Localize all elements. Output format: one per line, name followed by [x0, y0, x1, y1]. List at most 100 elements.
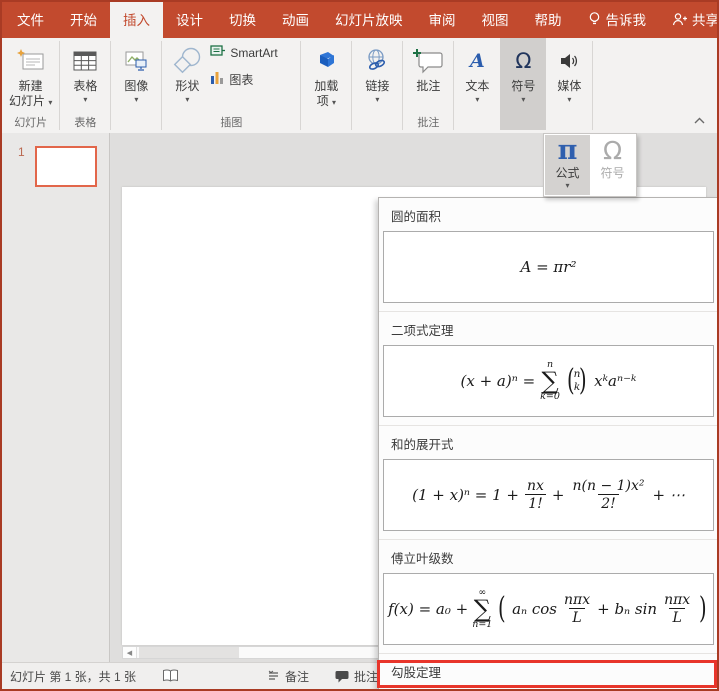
- media-button[interactable]: 媒体 ▾: [546, 38, 592, 130]
- notes-label: 备注: [285, 669, 310, 684]
- book-icon: [162, 669, 179, 683]
- tab-insert[interactable]: 插入: [110, 0, 163, 38]
- link-icon: [363, 43, 391, 79]
- omega-symbol-icon: Ω: [602, 136, 623, 165]
- equation-binomial-theorem[interactable]: (x + a)ⁿ = n ∑ k=0 ( n k ) xᵏaⁿ⁻ᵏ: [383, 345, 714, 417]
- links-button[interactable]: 链接 ▾: [354, 41, 400, 115]
- slide-number: 1: [18, 145, 25, 159]
- group-label-comments: 批注: [417, 117, 440, 129]
- tab-slideshow[interactable]: 幻灯片放映: [322, 0, 416, 38]
- smartart-button[interactable]: SmartArt: [210, 43, 278, 63]
- equation-menu-item[interactable]: π 公式 ▾: [545, 135, 590, 195]
- images-button[interactable]: 图像 ▾: [113, 41, 159, 115]
- group-label-illustrations: 插图: [220, 117, 243, 129]
- ribbon-tab-bar: 文件 开始 插入 设计 切换 动画 幻灯片放映 审阅 视图 帮助 告诉我 共享: [0, 0, 719, 38]
- chart-button[interactable]: 图表: [210, 69, 277, 89]
- spellcheck-button[interactable]: [162, 669, 179, 683]
- pi-equation-icon: π: [557, 135, 578, 166]
- fraction: n(n − 1)x² 2!: [572, 477, 645, 512]
- symbol-menu-item[interactable]: Ω 符号: [590, 135, 635, 195]
- omega-icon: Ω: [515, 49, 532, 73]
- new-slide-button[interactable]: 新建 幻灯片 ▾: [4, 41, 57, 115]
- comment-icon: [411, 43, 445, 79]
- collapse-ribbon-icon[interactable]: [694, 113, 705, 127]
- person-add-icon: [672, 12, 687, 27]
- lightbulb-icon: [588, 11, 601, 27]
- new-slide-icon: [15, 43, 47, 79]
- share-label: 共享: [692, 13, 719, 28]
- tab-review[interactable]: 审阅: [416, 0, 469, 38]
- powerpoint-window: 文件 开始 插入 设计 切换 动画 幻灯片放映 审阅 视图 帮助 告诉我 共享: [0, 0, 719, 691]
- speaker-icon: [557, 43, 581, 79]
- notes-button[interactable]: 备注: [267, 668, 309, 685]
- gallery-section-title: 傅立叶级数: [379, 539, 719, 573]
- ribbon-divider: [592, 41, 594, 130]
- text-button[interactable]: A 文本 ▾: [454, 38, 500, 130]
- group-label-slides: 幻灯片: [14, 117, 48, 129]
- tab-design[interactable]: 设计: [163, 0, 216, 38]
- summation: ∞ ∑ n=1: [472, 587, 493, 630]
- dropdown-arrow-icon: ▾: [521, 95, 526, 104]
- shapes-icon: [170, 43, 204, 79]
- fraction: nπx L: [563, 591, 591, 626]
- tab-view[interactable]: 视图: [469, 0, 522, 38]
- dropdown-arrow-icon: ▾: [48, 98, 53, 107]
- new-comment-button[interactable]: 批注: [405, 41, 451, 115]
- slide-counter: 幻灯片 第 1 张，共 1 张: [10, 669, 137, 684]
- comments-label: 批注: [354, 669, 379, 684]
- dropdown-arrow-icon: ▾: [375, 95, 380, 104]
- tab-home[interactable]: 开始: [57, 0, 110, 38]
- ribbon-group-illustrations: 形状 ▾ SmartArt 图表 插图: [162, 38, 300, 133]
- gallery-section-title: 圆的面积: [391, 210, 442, 224]
- notes-icon: [267, 670, 280, 683]
- fraction: nπx L: [664, 591, 691, 626]
- symbol-label: 符号: [600, 166, 625, 180]
- symbols-dropdown-menu: π 公式 ▾ Ω 符号: [543, 133, 637, 197]
- tab-help[interactable]: 帮助: [522, 0, 575, 38]
- table-button[interactable]: 表格 ▾: [62, 41, 108, 115]
- insert-new-equation-item[interactable]: π 插入新公式(I): [379, 687, 719, 691]
- dropdown-arrow-icon: ▾: [332, 98, 337, 107]
- group-label-tables: 表格: [74, 117, 97, 129]
- tell-me-box[interactable]: 告诉我: [575, 0, 660, 38]
- symbols-button[interactable]: Ω 符号 ▾: [500, 38, 547, 130]
- ribbon-group-tables: 表格 ▾ 表格: [60, 38, 110, 133]
- tab-file[interactable]: 文件: [4, 0, 57, 38]
- equation-area-of-circle[interactable]: A = πr²: [383, 231, 714, 303]
- binomial-coefficient: ( n k ): [566, 363, 588, 398]
- equation-gallery: 圆的面积 A = πr² 二项式定理 (x + a)ⁿ = n ∑ k=0 ( …: [378, 197, 719, 691]
- dropdown-arrow-icon: ▾: [565, 181, 570, 190]
- dropdown-arrow-icon: ▾: [134, 95, 139, 104]
- image-icon: [121, 43, 151, 79]
- gallery-section-title: 勾股定理: [379, 653, 719, 687]
- ribbon-group-comments: 批注 批注: [403, 38, 453, 133]
- tab-transitions[interactable]: 切换: [216, 0, 269, 38]
- ribbon: 新建 幻灯片 ▾ 幻灯片 表格 ▾ 表格 图像 ▾ 形状 ▾ SmartArt …: [2, 38, 717, 133]
- chart-icon: [210, 70, 225, 88]
- ribbon-group-slides: 新建 幻灯片 ▾ 幻灯片: [2, 38, 59, 133]
- fraction: nx 1!: [525, 477, 546, 512]
- scroll-left-icon[interactable]: ◀: [123, 647, 137, 658]
- comments-button[interactable]: 批注: [335, 668, 378, 685]
- dropdown-arrow-icon: ▾: [567, 95, 572, 104]
- slide-thumbnail-panel: 1: [2, 133, 110, 662]
- ribbon-group-images: 图像 ▾: [111, 38, 161, 133]
- slide-thumbnail[interactable]: [35, 146, 97, 187]
- share-button[interactable]: 共享: [659, 0, 719, 38]
- addin-icon: [312, 43, 340, 79]
- equation-expansion-of-sum[interactable]: (1 + x)ⁿ = 1 + nx 1! + n(n − 1)x² 2! + ⋯: [383, 459, 714, 531]
- table-icon: [71, 43, 99, 79]
- dropdown-arrow-icon: ▾: [475, 95, 480, 104]
- dropdown-arrow-icon: ▾: [83, 95, 88, 104]
- comment-bubble-icon: [335, 670, 349, 683]
- ribbon-group-text-symbols-media: A 文本 ▾ Ω 符号 ▾ 媒体 ▾: [454, 38, 592, 133]
- ribbon-group-addins: 加载 项 ▾: [301, 38, 351, 133]
- equation-fourier-series[interactable]: f(x) = a₀ + ∞ ∑ n=1 ( aₙ cos nπx L + bₙ …: [383, 573, 714, 645]
- scrollbar-thumb[interactable]: [139, 647, 239, 658]
- gallery-section-title: 和的展开式: [379, 425, 719, 459]
- tab-animations[interactable]: 动画: [269, 0, 322, 38]
- smartart-icon: [210, 44, 226, 62]
- shapes-button[interactable]: 形状 ▾: [164, 41, 210, 115]
- gallery-section-title: 二项式定理: [379, 311, 719, 345]
- addins-button[interactable]: 加载 项 ▾: [303, 41, 349, 115]
